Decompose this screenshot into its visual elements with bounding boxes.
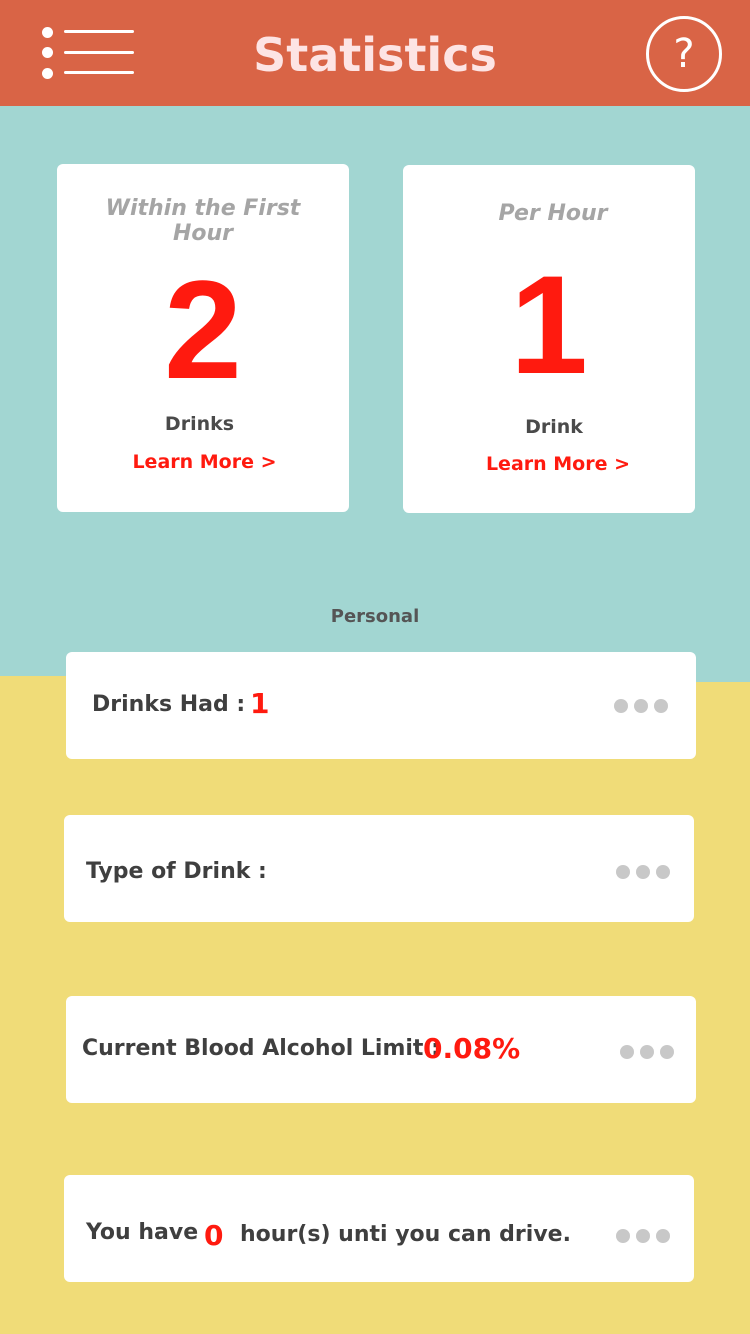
row-label: Type of Drink : [86, 859, 267, 884]
more-options-icon[interactable] [616, 1229, 672, 1243]
card-unit: Drink [525, 416, 583, 438]
help-icon[interactable]: ? [646, 16, 722, 92]
page-title: Statistics [253, 28, 497, 82]
card-subtitle: Per Hour [498, 201, 608, 226]
row-drinks-had[interactable]: Drinks Had : 1 [66, 652, 696, 759]
card-unit: Drinks [164, 413, 235, 435]
row-type-of-drink[interactable]: Type of Drink : [64, 815, 694, 922]
first-hour-card: Within the First Hour 2 Drinks Learn Mor… [57, 164, 349, 512]
per-hour-card: Per Hour 1 Drink Learn More > [403, 165, 695, 513]
stats-background-edge [690, 676, 750, 682]
learn-more-link[interactable]: Learn More > [403, 453, 713, 475]
row-label-suffix: hour(s) unti you can drive. [240, 1222, 571, 1247]
row-hours-until-drive[interactable]: You have 0 hour(s) unti you can drive. [64, 1175, 694, 1282]
more-options-icon[interactable] [614, 699, 670, 713]
more-options-icon[interactable] [616, 865, 672, 879]
row-label: Current Blood Alcohol Limit : [82, 1036, 440, 1061]
card-subtitle: Within the First Hour [105, 196, 301, 246]
card-value: 2 [164, 251, 242, 408]
row-value: 1 [250, 687, 270, 720]
card-value: 1 [510, 246, 588, 403]
section-label-personal: Personal [330, 606, 420, 627]
more-options-icon[interactable] [620, 1045, 676, 1059]
row-label: Drinks Had : [92, 692, 246, 717]
learn-more-link[interactable]: Learn More > [57, 451, 352, 473]
app-header: Statistics ? [0, 0, 750, 106]
row-value: 0.08% [423, 1032, 521, 1065]
row-label: You have [86, 1220, 199, 1245]
row-blood-alcohol-limit[interactable]: Current Blood Alcohol Limit : 0.08% [66, 996, 696, 1103]
row-value: 0 [204, 1219, 224, 1252]
